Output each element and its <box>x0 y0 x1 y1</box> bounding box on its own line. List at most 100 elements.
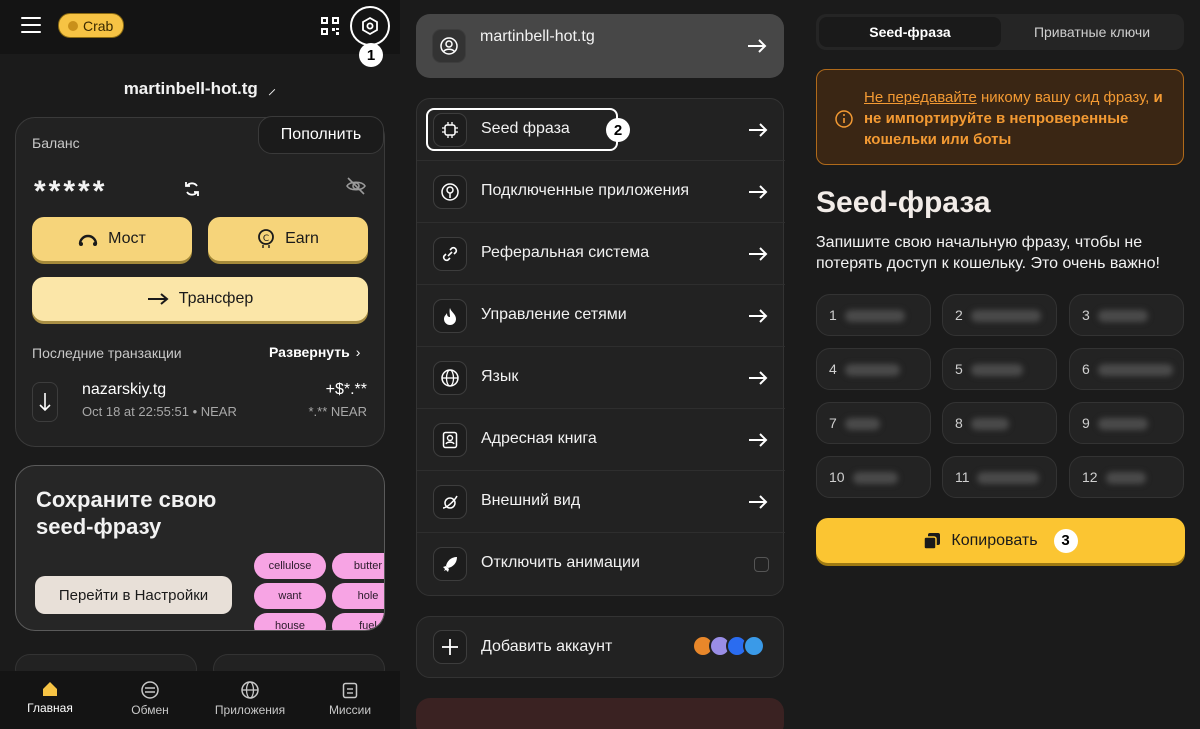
rocket-icon <box>433 547 467 581</box>
seed-word: 9 <box>1069 402 1184 444</box>
settings-panel: martinbell-hot.tg Seed фраза Подключенны… <box>400 0 800 729</box>
seed-word: 1 <box>816 294 931 336</box>
nav-missions[interactable]: Миссии <box>305 681 395 717</box>
profile-icon <box>432 29 466 63</box>
blurred-word <box>1106 472 1146 484</box>
bridge-icon <box>78 234 98 246</box>
topup-button[interactable]: Пополнить <box>258 116 384 154</box>
seed-phrase-highlight <box>426 108 618 151</box>
balance-label: Баланс <box>32 135 80 151</box>
logout-card[interactable] <box>416 698 784 729</box>
menu-item-disable-animations[interactable]: Отключить анимации <box>417 533 785 595</box>
menu-label: Адресная книга <box>481 430 597 447</box>
blurred-word <box>845 364 900 376</box>
blurred-word <box>971 418 1009 430</box>
menu-item-referral[interactable]: Реферальная система <box>417 223 785 285</box>
account-name: martinbell-hot.tg <box>123 79 258 98</box>
bridge-button[interactable]: Мост <box>32 217 192 261</box>
seed-word-number: 12 <box>1082 469 1098 485</box>
chevron-down-icon: ⸝ <box>267 79 277 98</box>
bottom-nav: Главная Обмен Приложения Миссии <box>0 671 400 729</box>
nav-apps[interactable]: Приложения <box>205 681 295 717</box>
seed-word: 12 <box>1069 456 1184 498</box>
warning-mid: никому вашу сид фразу, <box>976 89 1154 106</box>
warning-box: Не передавайте никому вашу сид фразу, и … <box>816 69 1184 165</box>
menu-item-connected-apps[interactable]: Подключенные приложения <box>417 161 785 223</box>
blurred-word <box>971 364 1023 376</box>
balance-value: ***** <box>34 175 108 208</box>
warning-text: Не передавайте никому вашу сид фразу, и … <box>864 87 1164 150</box>
add-account-button[interactable]: Добавить аккаунт <box>416 616 784 678</box>
menu-icon[interactable] <box>21 17 41 34</box>
expand-tx-label: Развернуть <box>269 344 350 360</box>
menu-item-address-book[interactable]: Адресная книга <box>417 409 785 471</box>
seed-word-number: 11 <box>955 469 970 485</box>
transfer-label: Трансфер <box>178 290 254 307</box>
animations-checkbox[interactable] <box>754 557 769 572</box>
refresh-icon[interactable] <box>183 180 201 198</box>
settings-button[interactable] <box>350 6 390 46</box>
crab-icon <box>68 20 78 31</box>
nav-swap-label: Обмен <box>131 703 169 717</box>
nav-home[interactable]: Главная <box>5 681 95 715</box>
save-seed-card: Сохраните свою seed-фразу Перейти в Наст… <box>15 465 385 631</box>
seed-word-number: 2 <box>955 307 963 323</box>
menu-label: Подключенные приложения <box>481 182 690 199</box>
seed-word: 6 <box>1069 348 1184 390</box>
swap-icon <box>141 681 159 699</box>
nav-home-label: Главная <box>27 701 73 715</box>
hide-balance-icon[interactable] <box>345 175 367 197</box>
menu-label: Реферальная система <box>481 244 650 261</box>
save-seed-title: Сохраните свою seed-фразу <box>36 487 217 539</box>
transfer-button[interactable]: Трансфер <box>32 277 368 321</box>
seed-word-pill: want <box>254 583 326 609</box>
seed-word-pill: butter <box>332 553 384 579</box>
arrow-right-icon <box>749 247 768 261</box>
seed-word-pill: house <box>254 613 326 630</box>
arrow-right-icon <box>147 293 169 305</box>
tx-name: nazarskiy.tg <box>82 381 167 398</box>
expand-tx-button[interactable]: Развернуть › <box>269 344 360 360</box>
seed-tabs: Seed-фраза Приватные ключи <box>816 14 1184 50</box>
seed-phrase-panel: Seed-фраза Приватные ключи Не передавайт… <box>800 0 1200 729</box>
seed-word: 7 <box>816 402 931 444</box>
earn-button[interactable]: C Earn <box>208 217 368 261</box>
earn-label: Earn <box>285 230 319 247</box>
arrow-right-icon <box>749 433 768 447</box>
go-to-settings-button[interactable]: Перейти в Настройки <box>35 576 232 614</box>
account-selector[interactable]: martinbell-hot.tg ⸝ <box>0 76 400 99</box>
clipboard-icon <box>342 682 358 699</box>
plus-icon <box>433 630 467 664</box>
crab-badge[interactable]: Crab <box>58 13 125 38</box>
seed-word-number: 8 <box>955 415 963 431</box>
menu-item-language[interactable]: Язык <box>417 347 785 409</box>
warning-link: Не передавайте <box>864 89 977 106</box>
nav-swap[interactable]: Обмен <box>105 681 195 717</box>
step-marker-1: 1 <box>359 43 383 67</box>
globe-icon <box>241 681 259 699</box>
settings-menu: Seed фраза Подключенные приложения Рефер… <box>416 98 785 596</box>
wallet-icons <box>692 635 765 657</box>
blurred-word <box>845 418 880 430</box>
seed-word-number: 4 <box>829 361 837 377</box>
nav-missions-label: Миссии <box>328 703 372 717</box>
menu-item-appearance[interactable]: Внешний вид <box>417 471 785 533</box>
seed-word-pill: hole <box>332 583 384 609</box>
blurred-word <box>977 472 1039 484</box>
seed-word-number: 5 <box>955 361 963 377</box>
qr-code-icon[interactable] <box>321 17 339 35</box>
seed-word-number: 9 <box>1082 415 1090 431</box>
account-row[interactable]: martinbell-hot.tg <box>416 14 784 78</box>
seed-word: 4 <box>816 348 931 390</box>
tab-private-keys[interactable]: Приватные ключи <box>1001 17 1183 47</box>
menu-item-networks[interactable]: Управление сетями <box>417 285 785 347</box>
menu-label: Внешний вид <box>481 492 581 509</box>
home-icon <box>43 682 57 696</box>
copy-button[interactable]: Копировать 3 <box>816 518 1185 563</box>
tab-seed-phrase[interactable]: Seed-фраза <box>819 17 1001 47</box>
seed-word: 8 <box>942 402 1057 444</box>
seed-word-number: 1 <box>829 307 837 323</box>
seed-word-number: 10 <box>829 469 845 485</box>
tx-amount-near: *.** NEAR <box>308 404 367 419</box>
seed-word-number: 7 <box>829 415 837 431</box>
